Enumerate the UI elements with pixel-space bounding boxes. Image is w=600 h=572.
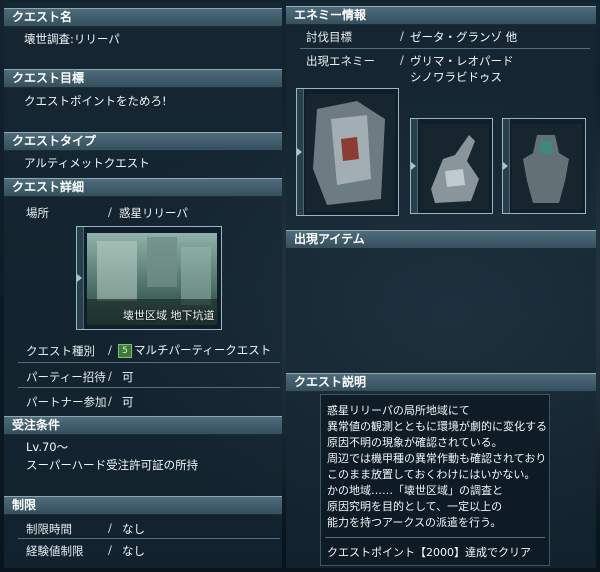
quest-detail-header: クエスト詳細 <box>4 178 282 197</box>
condition-permit: スーパーハード受注許可証の所持 <box>26 458 199 472</box>
desc-line: かの地域……「壊世区域」の調査と <box>327 484 503 497</box>
quest-kind: 5 マルチパーティークエスト <box>118 342 271 358</box>
enemy-image-1 <box>306 94 395 212</box>
quest-type-header: クエストタイプ <box>4 132 282 151</box>
exp-limit-value: なし <box>122 544 145 558</box>
location-value: 惑星リリーパ <box>119 206 188 220</box>
exp-limit-slash: / <box>108 543 112 557</box>
area-thumbnail[interactable]: 壊世区域 地下坑道 <box>76 226 222 330</box>
area-caption: 壊世区域 地下坑道 <box>123 309 215 322</box>
desc-header: クエスト説明 <box>286 373 596 392</box>
desc-line: 惑星リリーパの局所地域にて <box>327 404 470 417</box>
partner-label: パートナー参加 <box>26 395 107 409</box>
quest-description-box: 惑星リリーパの局所地域にて 異常値の観測とともに環境が劇的に変化する 原因不明の… <box>320 394 550 566</box>
exp-limit-label: 経験値制限 <box>26 544 84 558</box>
condition-level: Lv.70～ <box>26 440 69 454</box>
enemy-name-1: ヴリマ・レオパード <box>410 54 514 68</box>
party-invite-label: パーティー招待 <box>26 370 106 384</box>
clear-condition: クエストポイント【2000】達成でクリア <box>327 546 531 559</box>
divider <box>300 48 590 49</box>
quest-goal: クエストポイントをためろ! <box>24 94 167 108</box>
time-limit-slash: / <box>108 521 112 535</box>
quest-description: 惑星リリーパの局所地域にて 異常値の観測とともに環境が劇的に変化する 原因不明の… <box>327 403 551 531</box>
quest-info-panel: クエスト名 壊世調査:リリーパ クエスト目標 クエストポイントをためろ! クエス… <box>4 2 282 568</box>
divider <box>18 538 280 539</box>
desc-line: 能力を持つアークスの派遣を行う。 <box>327 516 502 529</box>
location-label: 場所 <box>26 206 49 220</box>
conditions-header: 受注条件 <box>4 416 282 435</box>
enemy-thumb-1[interactable] <box>296 88 399 216</box>
enemy-header: エネミー情報 <box>286 6 596 25</box>
items-header: 出現アイテム <box>286 230 596 249</box>
multiparty-quest-icon: 5 <box>118 343 132 358</box>
divider <box>325 537 545 538</box>
desc-line: このまま放置しておくわけにはいかない。 <box>327 468 536 481</box>
enemy-name-2: シノワラビドゥス <box>410 70 502 84</box>
party-invite-slash: / <box>108 369 112 383</box>
limits-header: 制限 <box>4 496 282 515</box>
desc-line: 異常値の観測とともに環境が劇的に変化する <box>327 420 547 433</box>
location-slash: / <box>108 205 112 219</box>
partner-slash: / <box>108 394 112 408</box>
divider <box>18 362 280 363</box>
enemies-label: 出現エネミー <box>306 54 375 68</box>
time-limit-value: なし <box>122 522 145 536</box>
enemy-thumb-3[interactable] <box>502 118 586 214</box>
desc-line: 周辺では機甲種の異常作動も確認されており <box>327 452 547 465</box>
quest-goal-header: クエスト目標 <box>4 69 282 88</box>
quest-kind-label: クエスト種別 <box>26 344 95 358</box>
enemy-thumb-2[interactable] <box>410 118 493 214</box>
desc-line: 原因究明を目的として、一定以上の <box>327 500 503 513</box>
target-value: ゼータ・グランゾ 他 <box>410 30 518 44</box>
quest-type: アルティメットクエスト <box>24 156 150 170</box>
enemies-slash: / <box>400 53 404 67</box>
quest-kind-value: マルチパーティークエスト <box>134 343 272 357</box>
partner-value: 可 <box>122 395 134 409</box>
quest-name-header: クエスト名 <box>4 8 282 27</box>
enemy-image-2 <box>420 124 489 210</box>
party-invite-value: 可 <box>122 370 134 384</box>
divider <box>18 387 280 388</box>
enemy-image-3 <box>512 124 582 210</box>
quest-name: 壊世調査:リリーパ <box>24 32 120 46</box>
target-label: 討伐目標 <box>306 30 352 44</box>
quest-kind-slash: / <box>108 343 112 357</box>
desc-line: 原因不明の現象が確認されている。 <box>327 436 503 449</box>
time-limit-label: 制限時間 <box>26 522 72 536</box>
target-slash: / <box>400 29 404 43</box>
